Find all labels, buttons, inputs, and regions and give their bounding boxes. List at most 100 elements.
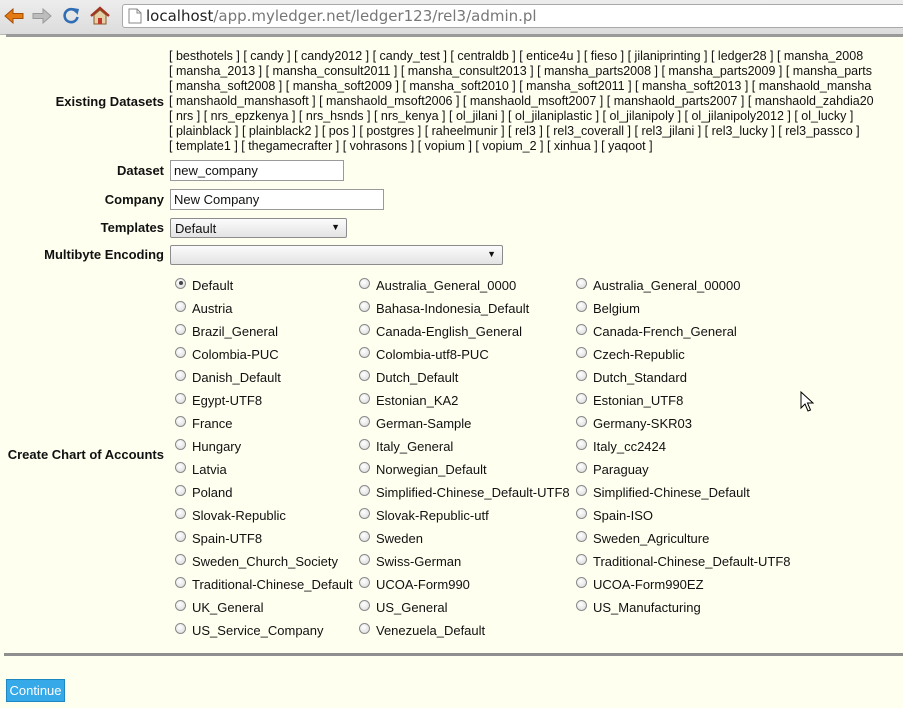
radio-button[interactable]: [576, 323, 587, 335]
radio-button[interactable]: [175, 599, 186, 611]
home-icon[interactable]: [89, 4, 111, 28]
chart-option[interactable]: Default: [175, 275, 233, 295]
radio-button[interactable]: [359, 484, 370, 496]
radio-button[interactable]: [576, 576, 587, 588]
chart-option[interactable]: Dutch_Standard: [576, 367, 687, 387]
chart-option[interactable]: Simplified-Chinese_Default-UTF8: [359, 482, 570, 502]
radio-button[interactable]: [576, 530, 587, 542]
radio-button[interactable]: [175, 530, 186, 542]
radio-button[interactable]: [175, 300, 186, 312]
radio-button[interactable]: [576, 369, 587, 381]
chart-option[interactable]: Sweden_Church_Society: [175, 551, 338, 571]
radio-button[interactable]: [175, 369, 186, 381]
chart-option[interactable]: Dutch_Default: [359, 367, 458, 387]
chart-option[interactable]: Norwegian_Default: [359, 459, 487, 479]
radio-button[interactable]: [576, 392, 587, 404]
radio-button[interactable]: [175, 484, 186, 496]
forward-arrow-icon[interactable]: [31, 4, 53, 28]
radio-button[interactable]: [175, 415, 186, 427]
chart-option[interactable]: Italy_cc2424: [576, 436, 666, 456]
chart-option[interactable]: Poland: [175, 482, 232, 502]
chart-option[interactable]: US_Manufacturing: [576, 597, 701, 617]
chart-option[interactable]: UCOA-Form990EZ: [576, 574, 704, 594]
radio-button[interactable]: [576, 300, 587, 312]
radio-button[interactable]: [576, 599, 587, 611]
chart-option[interactable]: Sweden_Agriculture: [576, 528, 709, 548]
radio-button[interactable]: [576, 507, 587, 519]
chart-option[interactable]: US_General: [359, 597, 448, 617]
radio-button[interactable]: [359, 530, 370, 542]
radio-button[interactable]: [576, 438, 587, 450]
radio-button[interactable]: [359, 277, 370, 289]
chart-option[interactable]: Canada-French_General: [576, 321, 737, 341]
radio-button[interactable]: [576, 484, 587, 496]
radio-button[interactable]: [359, 392, 370, 404]
chart-option[interactable]: Spain-UTF8: [175, 528, 262, 548]
chart-option[interactable]: Swiss-German: [359, 551, 461, 571]
chart-option[interactable]: Sweden: [359, 528, 423, 548]
chart-option[interactable]: Australia_General_0000: [359, 275, 516, 295]
chart-option[interactable]: Brazil_General: [175, 321, 278, 341]
chart-option[interactable]: Traditional-Chinese_Default: [175, 574, 353, 594]
chart-option[interactable]: Bahasa-Indonesia_Default: [359, 298, 529, 318]
company-input[interactable]: [170, 189, 384, 210]
radio-button[interactable]: [359, 300, 370, 312]
radio-button[interactable]: [175, 507, 186, 519]
chart-option[interactable]: Danish_Default: [175, 367, 281, 387]
chart-option[interactable]: UCOA-Form990: [359, 574, 470, 594]
radio-button[interactable]: [576, 553, 587, 565]
chart-option[interactable]: Australia_General_00000: [576, 275, 740, 295]
back-arrow-icon[interactable]: [3, 4, 25, 28]
continue-button[interactable]: Continue: [6, 679, 65, 702]
radio-button[interactable]: [359, 415, 370, 427]
radio-button[interactable]: [576, 461, 587, 473]
radio-button[interactable]: [175, 346, 186, 358]
radio-button[interactable]: [175, 438, 186, 450]
radio-button[interactable]: [175, 622, 186, 634]
chart-option[interactable]: German-Sample: [359, 413, 471, 433]
chart-option[interactable]: Italy_General: [359, 436, 453, 456]
multibyte-encoding-select[interactable]: ▼: [170, 245, 503, 265]
chart-option[interactable]: Estonian_UTF8: [576, 390, 683, 410]
chart-option[interactable]: Slovak-Republic-utf: [359, 505, 489, 525]
radio-button[interactable]: [175, 323, 186, 335]
radio-button[interactable]: [359, 461, 370, 473]
radio-button[interactable]: [576, 415, 587, 427]
chart-option[interactable]: UK_General: [175, 597, 264, 617]
chart-option[interactable]: Colombia-PUC: [175, 344, 279, 364]
radio-button[interactable]: [175, 461, 186, 473]
radio-button[interactable]: [359, 507, 370, 519]
chart-option[interactable]: Traditional-Chinese_Default-UTF8: [576, 551, 791, 571]
radio-button[interactable]: [359, 323, 370, 335]
reload-icon[interactable]: [60, 4, 82, 28]
chart-option[interactable]: Egypt-UTF8: [175, 390, 262, 410]
radio-button[interactable]: [175, 277, 186, 289]
chart-option[interactable]: Spain-ISO: [576, 505, 653, 525]
radio-button[interactable]: [359, 438, 370, 450]
radio-button[interactable]: [359, 599, 370, 611]
radio-button[interactable]: [359, 369, 370, 381]
dataset-input[interactable]: [170, 160, 344, 181]
chart-option[interactable]: US_Service_Company: [175, 620, 324, 640]
chart-option[interactable]: Slovak-Republic: [175, 505, 286, 525]
radio-button[interactable]: [359, 553, 370, 565]
radio-button[interactable]: [175, 553, 186, 565]
radio-button[interactable]: [175, 392, 186, 404]
radio-button[interactable]: [576, 346, 587, 358]
chart-option[interactable]: Latvia: [175, 459, 227, 479]
chart-option[interactable]: Czech-Republic: [576, 344, 685, 364]
address-bar[interactable]: localhost/app.myledger.net/ledger123/rel…: [122, 4, 903, 28]
chart-option[interactable]: Paraguay: [576, 459, 649, 479]
radio-button[interactable]: [359, 346, 370, 358]
templates-select[interactable]: Default ▼: [170, 218, 347, 238]
chart-option[interactable]: Canada-English_General: [359, 321, 522, 341]
chart-option[interactable]: Belgium: [576, 298, 640, 318]
radio-button[interactable]: [359, 622, 370, 634]
chart-option[interactable]: Austria: [175, 298, 232, 318]
chart-option[interactable]: Venezuela_Default: [359, 620, 485, 640]
chart-option[interactable]: Colombia-utf8-PUC: [359, 344, 489, 364]
chart-option[interactable]: Germany-SKR03: [576, 413, 692, 433]
chart-option[interactable]: France: [175, 413, 232, 433]
chart-option[interactable]: Hungary: [175, 436, 241, 456]
chart-option[interactable]: Simplified-Chinese_Default: [576, 482, 750, 502]
